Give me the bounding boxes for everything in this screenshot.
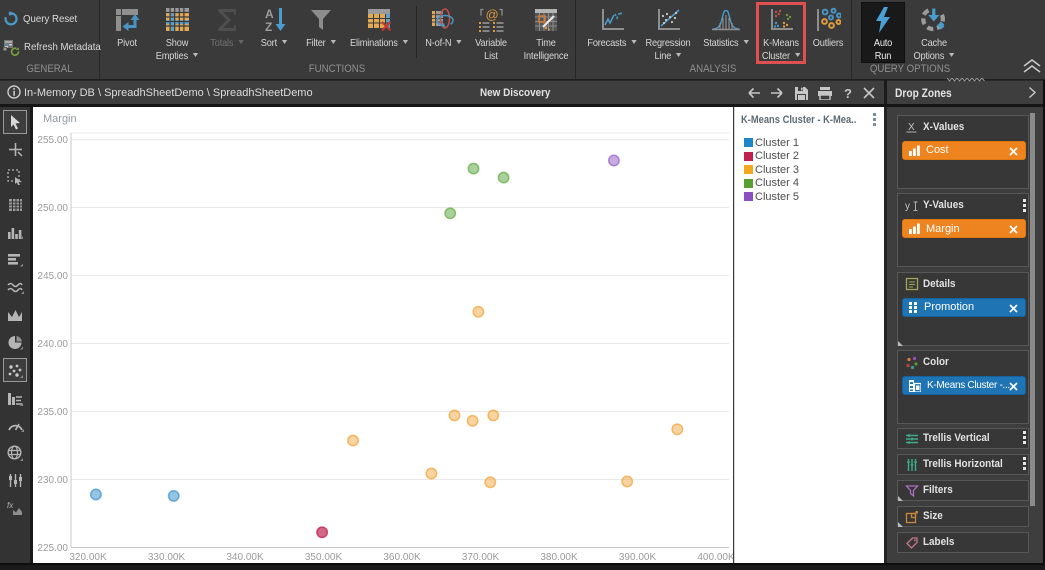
svg-text:225.00: 225.00 xyxy=(37,543,68,554)
svg-text:340.00K: 340.00K xyxy=(226,552,264,563)
svg-text:380.00K: 380.00K xyxy=(540,552,578,563)
svg-text:350.00K: 350.00K xyxy=(305,552,343,563)
svg-text:?: ? xyxy=(844,86,852,100)
svg-text:245.00: 245.00 xyxy=(37,271,68,282)
svg-text:370.00K: 370.00K xyxy=(462,552,500,563)
svg-text:240.00: 240.00 xyxy=(37,339,68,350)
svg-text:230.00: 230.00 xyxy=(37,475,68,486)
svg-text:255.00: 255.00 xyxy=(37,135,68,146)
svg-text:@: @ xyxy=(485,7,498,22)
svg-text:330.00K: 330.00K xyxy=(148,552,186,563)
svg-text:A: A xyxy=(265,7,274,21)
svg-text:235.00: 235.00 xyxy=(37,407,68,418)
svg-text:y: y xyxy=(905,201,910,212)
svg-text:X: X xyxy=(908,122,915,133)
svg-text:Z: Z xyxy=(265,20,272,33)
svg-text:390.00K: 390.00K xyxy=(619,552,657,563)
svg-text:360.00K: 360.00K xyxy=(383,552,421,563)
svg-text:Margin: Margin xyxy=(43,113,77,125)
svg-text:320.00K: 320.00K xyxy=(69,552,107,563)
svg-text:400.00K: 400.00K xyxy=(697,552,733,563)
svg-text:fx: fx xyxy=(7,501,14,510)
svg-text:250.00: 250.00 xyxy=(37,203,68,214)
